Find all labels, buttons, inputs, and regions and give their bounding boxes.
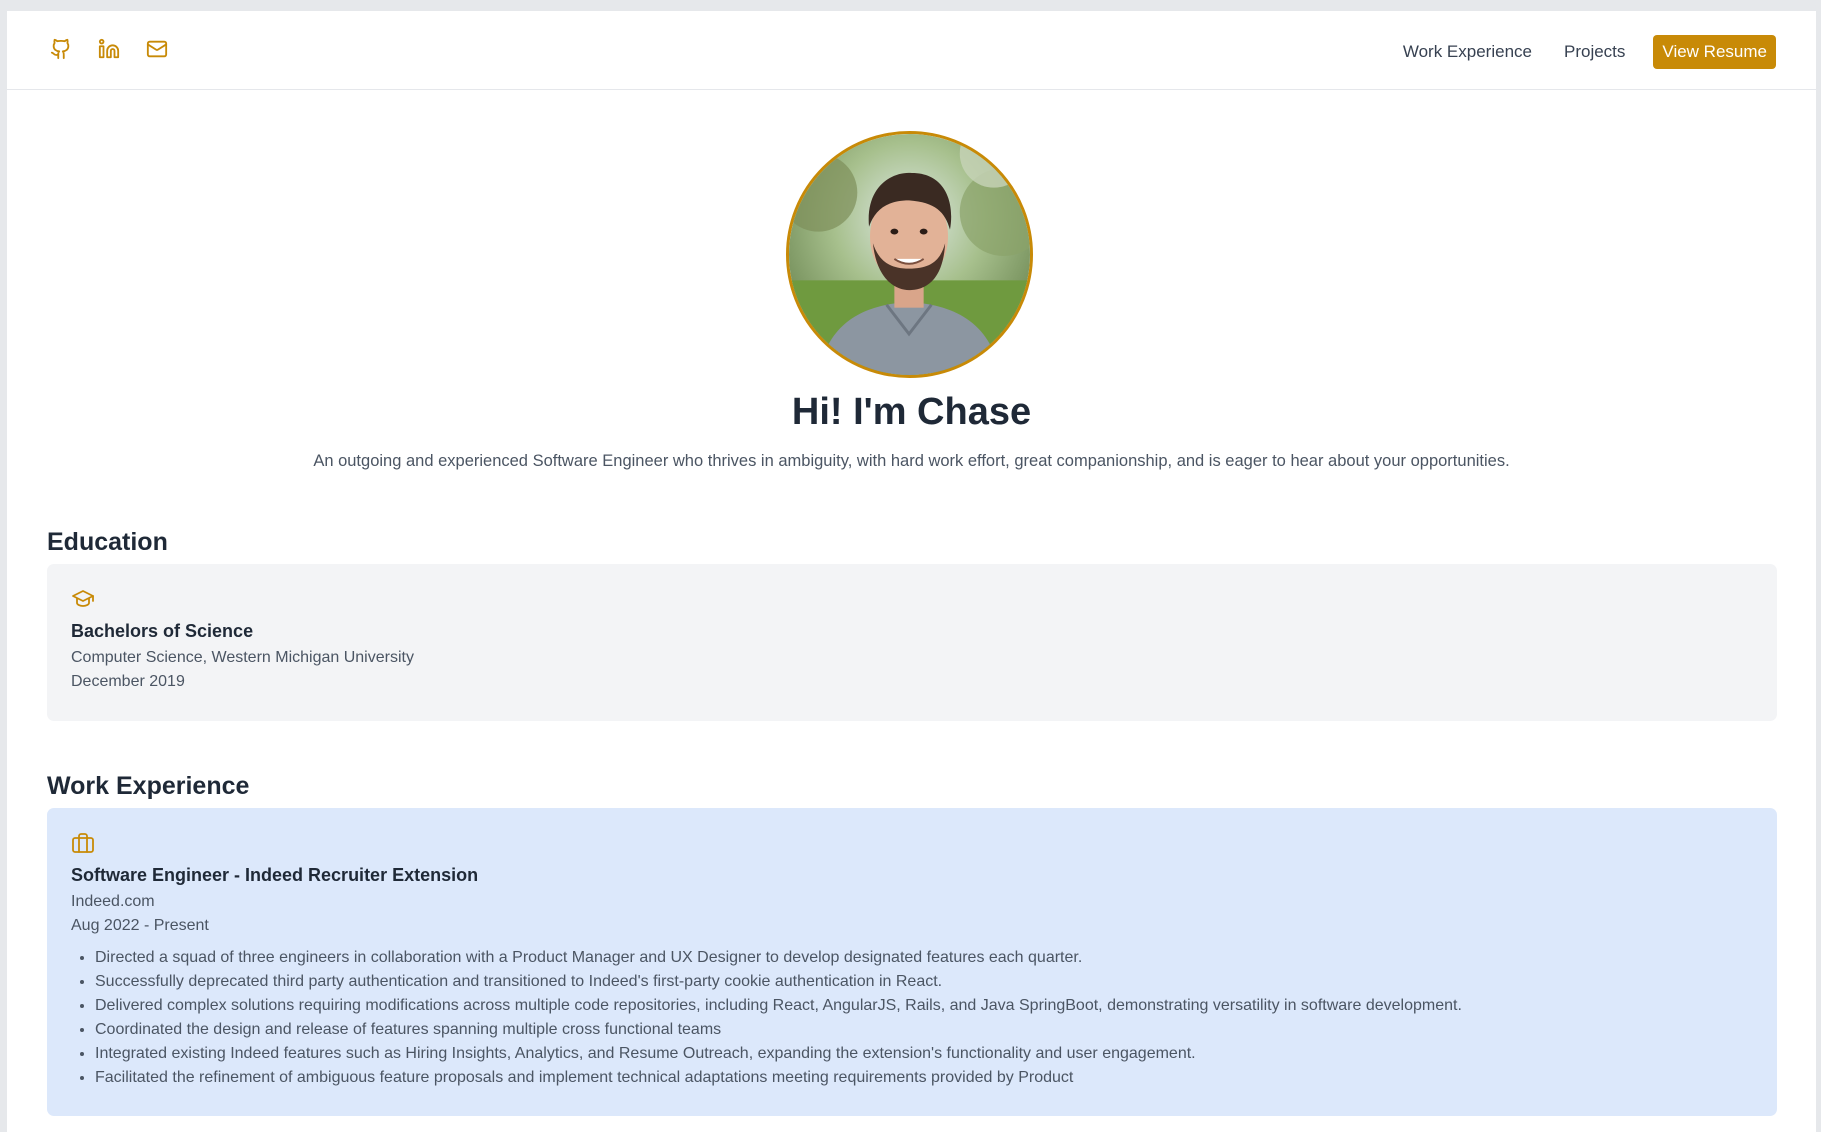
hero-title: Hi! I'm Chase bbox=[791, 391, 1032, 433]
degree-detail: Computer Science, Western Michigan Unive… bbox=[71, 649, 414, 666]
list-item: Coordinated the design and release of fe… bbox=[95, 1018, 1753, 1042]
mail-icon bbox=[146, 40, 168, 58]
profile-photo-image bbox=[789, 134, 1030, 375]
email-link[interactable] bbox=[146, 38, 168, 60]
social-links bbox=[50, 38, 168, 60]
linkedin-link[interactable] bbox=[98, 38, 120, 60]
list-item: Delivered complex solutions requiring mo… bbox=[95, 994, 1753, 1018]
list-item: Facilitated the refinement of ambiguous … bbox=[95, 1066, 1753, 1090]
view-resume-button[interactable]: View Resume bbox=[1653, 35, 1776, 69]
degree-date: December 2019 bbox=[71, 673, 185, 690]
nav-work-experience[interactable]: Work Experience bbox=[1403, 42, 1532, 62]
work-experience-card: Software Engineer - Indeed Recruiter Ext… bbox=[47, 808, 1777, 1116]
hero-subtitle: An outgoing and experienced Software Eng… bbox=[313, 452, 1510, 470]
graduation-cap-icon bbox=[71, 588, 95, 610]
linkedin-icon bbox=[98, 38, 120, 59]
list-item: Successfully deprecated third party auth… bbox=[95, 970, 1753, 994]
main-nav: Work Experience Projects View Resume bbox=[1403, 35, 1776, 69]
work-experience-heading: Work Experience bbox=[47, 772, 250, 800]
github-icon bbox=[50, 38, 70, 60]
page: Work Experience Projects View Resume Hi!… bbox=[7, 11, 1816, 1132]
briefcase-icon bbox=[71, 832, 95, 854]
education-heading: Education bbox=[47, 528, 168, 556]
education-card: Bachelors of Science Computer Science, W… bbox=[47, 564, 1777, 721]
job-title: Software Engineer - Indeed Recruiter Ext… bbox=[71, 865, 479, 885]
list-item: Integrated existing Indeed features such… bbox=[95, 1042, 1753, 1066]
nav-projects[interactable]: Projects bbox=[1564, 42, 1625, 62]
job-dates: Aug 2022 - Present bbox=[71, 917, 209, 934]
list-item: Directed a squad of three engineers in c… bbox=[95, 946, 1753, 970]
degree-title: Bachelors of Science bbox=[71, 621, 254, 641]
top-nav-bar: Work Experience Projects View Resume bbox=[7, 11, 1816, 90]
github-link[interactable] bbox=[50, 38, 72, 60]
job-company: Indeed.com bbox=[71, 893, 155, 910]
profile-photo bbox=[786, 131, 1033, 378]
job-responsibilities: Directed a squad of three engineers in c… bbox=[71, 946, 1753, 1090]
